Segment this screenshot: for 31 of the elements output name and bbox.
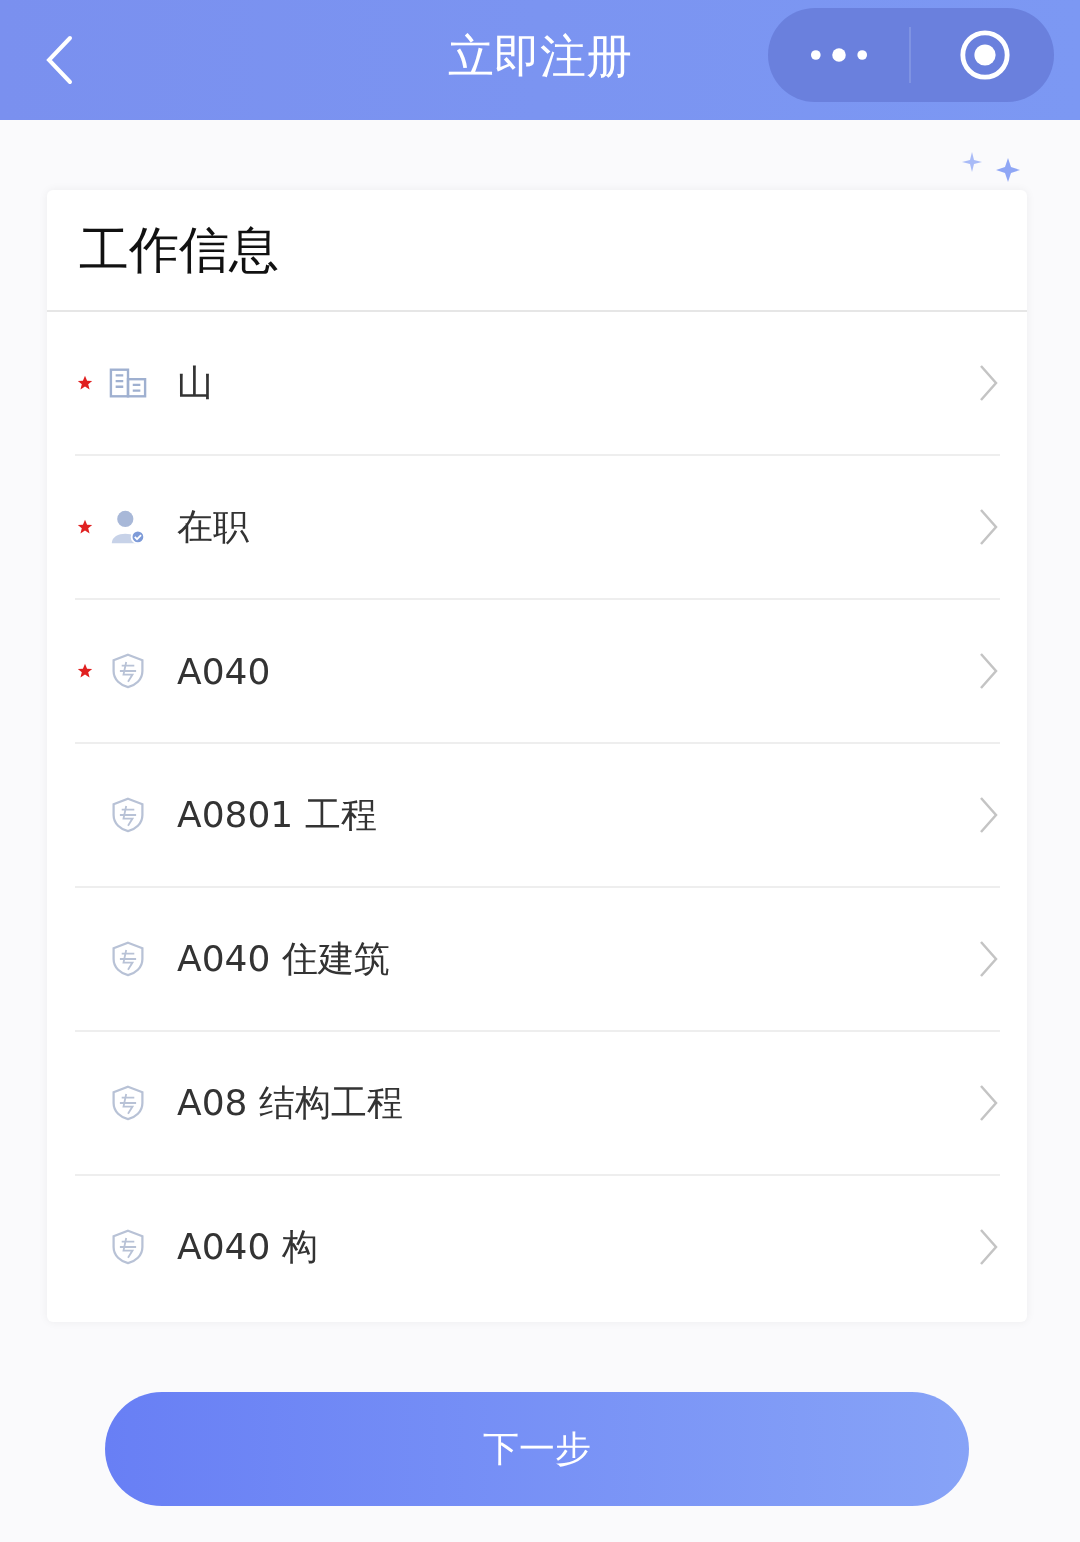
- shield-icon: [109, 653, 147, 689]
- shield-icon: [109, 1229, 147, 1265]
- back-icon[interactable]: [44, 35, 74, 85]
- form-row[interactable]: A040 住建筑: [75, 888, 1000, 1032]
- form-row[interactable]: A0801 工程: [75, 744, 1000, 888]
- form-row[interactable]: A040 构: [75, 1176, 1000, 1318]
- field-value: A0801 工程: [177, 792, 378, 837]
- shield-icon: [109, 1085, 147, 1121]
- chevron-right-icon: [978, 1227, 998, 1267]
- chevron-right-icon: [978, 795, 998, 835]
- field-value: A040 构: [177, 1224, 319, 1269]
- page-title: 立即注册: [447, 28, 633, 85]
- form-row[interactable]: A08 结构工程: [75, 1032, 1000, 1176]
- more-icon[interactable]: [810, 47, 868, 63]
- form-row[interactable]: 山: [75, 312, 1000, 456]
- person-check-icon: [109, 509, 147, 545]
- shield-icon: [109, 941, 147, 977]
- chevron-right-icon: [978, 939, 998, 979]
- field-value: A040 住建筑: [177, 936, 391, 981]
- shield-icon: [109, 797, 147, 833]
- form-row[interactable]: 在职: [75, 456, 1000, 600]
- chevron-right-icon: [978, 1083, 998, 1123]
- field-value: 山: [177, 360, 214, 405]
- chevron-right-icon: [978, 651, 998, 691]
- form-row[interactable]: A040: [75, 600, 1000, 744]
- chevron-right-icon: [978, 507, 998, 547]
- chevron-right-icon: [978, 363, 998, 403]
- field-value: 在职: [177, 504, 250, 549]
- section-title: 工作信息: [47, 190, 1027, 312]
- field-value: A08 结构工程: [177, 1080, 404, 1125]
- field-value: A040: [177, 650, 272, 692]
